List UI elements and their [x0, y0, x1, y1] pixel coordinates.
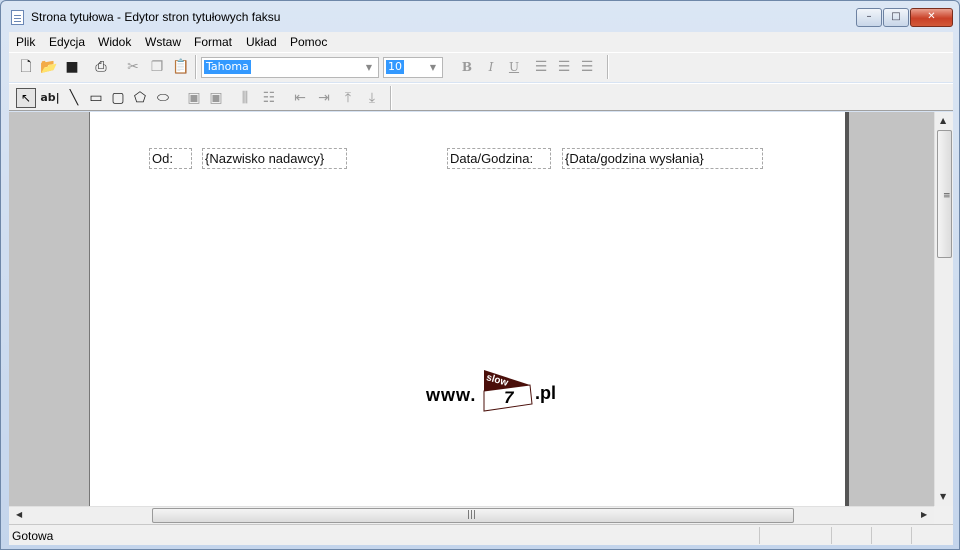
menu-plik[interactable]: Plik	[16, 35, 35, 49]
logo-badge-digit: 7	[504, 388, 514, 407]
logo-prefix: www.	[426, 385, 477, 405]
save-icon[interactable]: ■	[64, 59, 80, 75]
status-panel	[759, 527, 831, 544]
rounded-rectangle-tool-icon[interactable]: ▢	[110, 90, 126, 106]
chevron-down-icon[interactable]: ▼	[362, 60, 376, 75]
title-bar[interactable]: Strona tytułowa - Edytor stron tytułowyc…	[1, 1, 959, 31]
status-panel	[911, 527, 951, 544]
menu-format[interactable]: Format	[194, 35, 232, 49]
status-panel	[831, 527, 871, 544]
font-name-value: Tahoma	[204, 60, 251, 74]
horizontal-scroll-thumb[interactable]: |||	[152, 508, 794, 523]
pointer-tool-icon[interactable]: ↖	[16, 88, 36, 108]
ellipse-tool-icon[interactable]: ⬭	[155, 90, 171, 106]
close-button[interactable]: ✕	[910, 8, 953, 27]
date-time-label-field[interactable]: Data/Godzina:	[447, 148, 551, 169]
logo-image[interactable]: www. slow 7 .pl	[426, 367, 566, 415]
paste-icon[interactable]: 📋	[172, 59, 189, 75]
scroll-down-icon[interactable]: ▼	[940, 492, 946, 501]
rectangle-tool-icon[interactable]: ▭	[88, 90, 104, 106]
cover-page[interactable]: Od: {Nazwisko nadawcy} Data/Godzina: {Da…	[89, 112, 849, 506]
line-tool-icon[interactable]: ╲	[66, 90, 82, 106]
align-left-icon[interactable]: ☰	[533, 59, 549, 75]
grip-icon: ≡	[943, 191, 951, 201]
sender-name-field[interactable]: {Nazwisko nadawcy}	[202, 148, 347, 169]
align-bottom-objects-icon[interactable]: ⤓	[364, 90, 380, 106]
font-size-combo[interactable]: 10 ▼	[383, 57, 443, 78]
copy-icon[interactable]: ❐	[149, 59, 165, 75]
maximize-button[interactable]: □	[883, 8, 909, 27]
menu-pomoc[interactable]: Pomoc	[290, 35, 327, 49]
italic-icon[interactable]: I	[483, 59, 499, 75]
align-right-icon[interactable]: ☰	[579, 59, 595, 75]
space-across-icon[interactable]: ⫼	[237, 90, 253, 106]
status-panel	[871, 527, 911, 544]
bring-to-front-icon[interactable]: ▣	[186, 90, 202, 106]
align-top-objects-icon[interactable]: ⤒	[340, 90, 356, 106]
window-title: Strona tytułowa - Edytor stron tytułowyc…	[31, 10, 281, 24]
formatting-toolbar: 🗋 📂 ■ ⎙ ✂ ❐ 📋 Tahoma ▼ 10 ▼ B I U ☰ ☰ ☰	[9, 52, 953, 82]
text-tool-icon[interactable]: ab|	[39, 90, 61, 106]
new-icon[interactable]: 🗋	[18, 59, 34, 75]
document-icon	[11, 10, 24, 25]
menu-edycja[interactable]: Edycja	[49, 35, 85, 49]
grip-icon: |||	[467, 510, 477, 520]
align-left-objects-icon[interactable]: ⇤	[292, 90, 308, 106]
scroll-left-icon[interactable]: ◀	[16, 510, 22, 519]
menu-wstaw[interactable]: Wstaw	[145, 35, 181, 49]
horizontal-scrollbar[interactable]: ◀ ||| ▶	[9, 506, 934, 524]
send-to-back-icon[interactable]: ▣	[208, 90, 224, 106]
scroll-up-icon[interactable]: ▲	[940, 116, 946, 125]
menu-widok[interactable]: Widok	[98, 35, 131, 49]
polygon-tool-icon[interactable]: ⬠	[132, 90, 148, 106]
scrollbar-corner	[934, 506, 953, 524]
logo-suffix: .pl	[535, 383, 556, 403]
align-center-icon[interactable]: ☰	[556, 59, 572, 75]
align-right-objects-icon[interactable]: ⇥	[316, 90, 332, 106]
from-label-field[interactable]: Od:	[149, 148, 192, 169]
application-window: Strona tytułowa - Edytor stron tytułowyc…	[0, 0, 960, 550]
editor-canvas[interactable]: Od: {Nazwisko nadawcy} Data/Godzina: {Da…	[9, 112, 934, 506]
menu-bar: Plik Edycja Widok Wstaw Format Układ Pom…	[9, 32, 953, 52]
bold-icon[interactable]: B	[459, 59, 475, 75]
scroll-right-icon[interactable]: ▶	[921, 510, 927, 519]
menu-uklad[interactable]: Układ	[246, 35, 277, 49]
drawing-toolbar: ↖ ab| ╲ ▭ ▢ ⬠ ⬭ ▣ ▣ ⫼ ☷ ⇤ ⇥ ⤒ ⤓	[9, 83, 953, 111]
vertical-scrollbar[interactable]: ▲ ≡ ▼	[934, 112, 953, 506]
status-bar: Gotowa	[9, 524, 953, 545]
vertical-scroll-thumb[interactable]: ≡	[937, 130, 952, 258]
font-name-combo[interactable]: Tahoma ▼	[201, 57, 379, 78]
open-icon[interactable]: 📂	[40, 59, 57, 75]
toolbar-separator	[195, 55, 196, 79]
chevron-down-icon[interactable]: ▼	[426, 60, 440, 75]
font-size-value: 10	[386, 60, 404, 74]
print-icon[interactable]: ⎙	[93, 59, 109, 75]
cut-icon[interactable]: ✂	[125, 59, 141, 75]
status-text: Gotowa	[12, 529, 54, 543]
minimize-button[interactable]: –	[856, 8, 882, 27]
send-date-time-field[interactable]: {Data/godzina wysłania}	[562, 148, 763, 169]
toolbar-separator	[607, 55, 608, 79]
space-down-icon[interactable]: ☷	[261, 90, 277, 106]
toolbar-separator	[390, 86, 391, 110]
underline-icon[interactable]: U	[506, 59, 522, 75]
